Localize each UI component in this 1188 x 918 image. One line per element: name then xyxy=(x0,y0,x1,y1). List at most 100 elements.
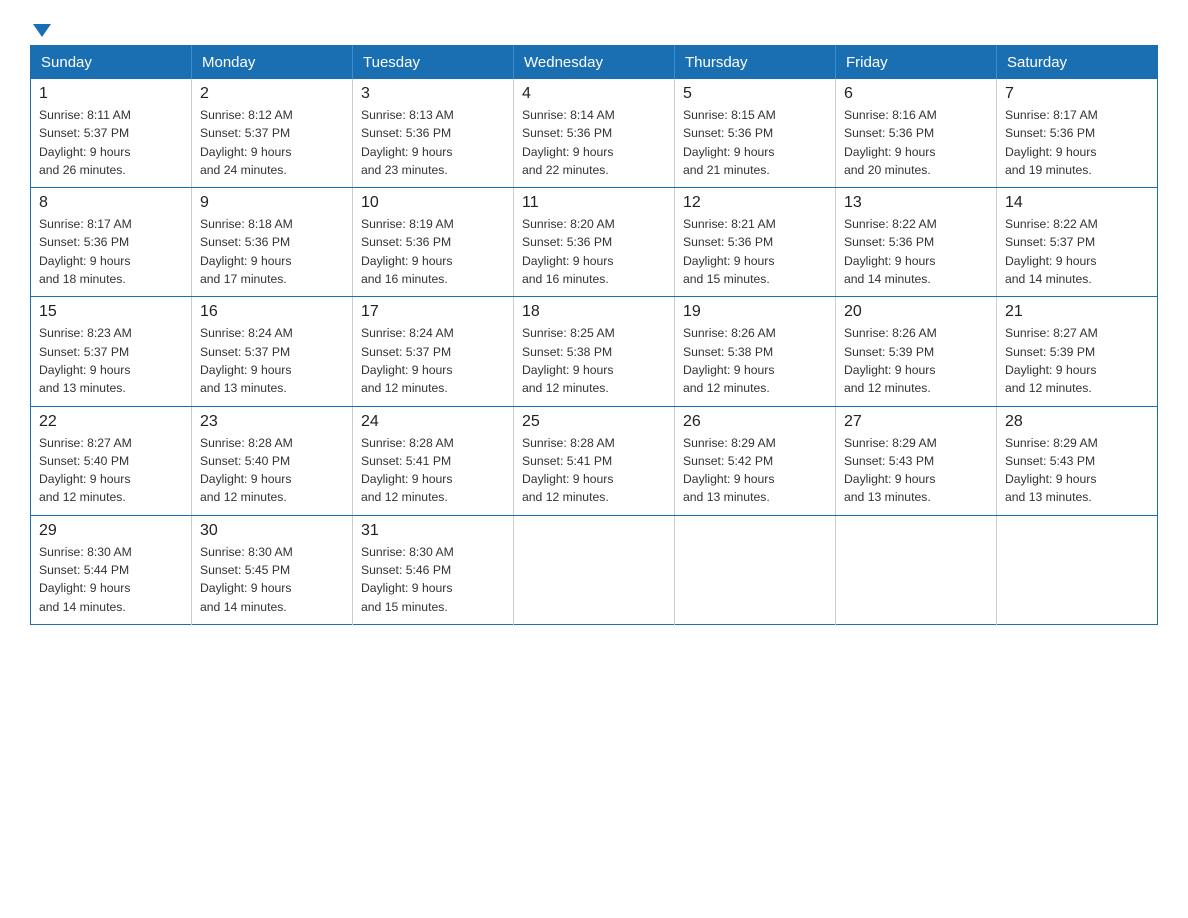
logo xyxy=(30,20,51,29)
day-cell: 29 Sunrise: 8:30 AMSunset: 5:44 PMDaylig… xyxy=(31,515,192,624)
day-info: Sunrise: 8:13 AMSunset: 5:36 PMDaylight:… xyxy=(361,108,454,177)
day-cell: 11 Sunrise: 8:20 AMSunset: 5:36 PMDaylig… xyxy=(514,188,675,297)
day-info: Sunrise: 8:27 AMSunset: 5:40 PMDaylight:… xyxy=(39,436,132,505)
day-info: Sunrise: 8:28 AMSunset: 5:41 PMDaylight:… xyxy=(361,436,454,505)
day-number: 9 xyxy=(200,194,344,212)
day-cell: 26 Sunrise: 8:29 AMSunset: 5:42 PMDaylig… xyxy=(675,406,836,515)
day-cell: 25 Sunrise: 8:28 AMSunset: 5:41 PMDaylig… xyxy=(514,406,675,515)
day-cell: 20 Sunrise: 8:26 AMSunset: 5:39 PMDaylig… xyxy=(836,297,997,406)
day-cell: 13 Sunrise: 8:22 AMSunset: 5:36 PMDaylig… xyxy=(836,188,997,297)
day-cell xyxy=(997,515,1158,624)
day-cell: 9 Sunrise: 8:18 AMSunset: 5:36 PMDayligh… xyxy=(192,188,353,297)
day-number: 31 xyxy=(361,522,505,540)
day-cell: 12 Sunrise: 8:21 AMSunset: 5:36 PMDaylig… xyxy=(675,188,836,297)
day-cell: 6 Sunrise: 8:16 AMSunset: 5:36 PMDayligh… xyxy=(836,79,997,188)
day-info: Sunrise: 8:29 AMSunset: 5:42 PMDaylight:… xyxy=(683,436,776,505)
day-cell: 28 Sunrise: 8:29 AMSunset: 5:43 PMDaylig… xyxy=(997,406,1158,515)
day-number: 20 xyxy=(844,303,988,321)
day-header-tuesday: Tuesday xyxy=(353,46,514,80)
day-info: Sunrise: 8:29 AMSunset: 5:43 PMDaylight:… xyxy=(1005,436,1098,505)
day-number: 12 xyxy=(683,194,827,212)
day-info: Sunrise: 8:28 AMSunset: 5:41 PMDaylight:… xyxy=(522,436,615,505)
day-number: 29 xyxy=(39,522,183,540)
day-cell: 22 Sunrise: 8:27 AMSunset: 5:40 PMDaylig… xyxy=(31,406,192,515)
day-header-thursday: Thursday xyxy=(675,46,836,80)
day-cell: 16 Sunrise: 8:24 AMSunset: 5:37 PMDaylig… xyxy=(192,297,353,406)
day-info: Sunrise: 8:18 AMSunset: 5:36 PMDaylight:… xyxy=(200,217,293,286)
day-info: Sunrise: 8:24 AMSunset: 5:37 PMDaylight:… xyxy=(361,326,454,395)
day-info: Sunrise: 8:22 AMSunset: 5:37 PMDaylight:… xyxy=(1005,217,1098,286)
day-cell: 31 Sunrise: 8:30 AMSunset: 5:46 PMDaylig… xyxy=(353,515,514,624)
day-info: Sunrise: 8:16 AMSunset: 5:36 PMDaylight:… xyxy=(844,108,937,177)
day-cell: 4 Sunrise: 8:14 AMSunset: 5:36 PMDayligh… xyxy=(514,79,675,188)
day-number: 30 xyxy=(200,522,344,540)
day-cell: 1 Sunrise: 8:11 AMSunset: 5:37 PMDayligh… xyxy=(31,79,192,188)
day-info: Sunrise: 8:15 AMSunset: 5:36 PMDaylight:… xyxy=(683,108,776,177)
day-number: 2 xyxy=(200,85,344,103)
day-info: Sunrise: 8:11 AMSunset: 5:37 PMDaylight:… xyxy=(39,108,131,177)
day-number: 7 xyxy=(1005,85,1149,103)
week-row-5: 29 Sunrise: 8:30 AMSunset: 5:44 PMDaylig… xyxy=(31,515,1158,624)
day-number: 26 xyxy=(683,413,827,431)
day-cell: 14 Sunrise: 8:22 AMSunset: 5:37 PMDaylig… xyxy=(997,188,1158,297)
day-cell: 2 Sunrise: 8:12 AMSunset: 5:37 PMDayligh… xyxy=(192,79,353,188)
day-cell: 27 Sunrise: 8:29 AMSunset: 5:43 PMDaylig… xyxy=(836,406,997,515)
day-number: 18 xyxy=(522,303,666,321)
day-cell: 10 Sunrise: 8:19 AMSunset: 5:36 PMDaylig… xyxy=(353,188,514,297)
day-info: Sunrise: 8:24 AMSunset: 5:37 PMDaylight:… xyxy=(200,326,293,395)
day-cell xyxy=(675,515,836,624)
day-info: Sunrise: 8:25 AMSunset: 5:38 PMDaylight:… xyxy=(522,326,615,395)
day-number: 15 xyxy=(39,303,183,321)
day-header-monday: Monday xyxy=(192,46,353,80)
day-info: Sunrise: 8:30 AMSunset: 5:45 PMDaylight:… xyxy=(200,545,293,614)
day-number: 17 xyxy=(361,303,505,321)
day-number: 5 xyxy=(683,85,827,103)
day-cell: 5 Sunrise: 8:15 AMSunset: 5:36 PMDayligh… xyxy=(675,79,836,188)
day-info: Sunrise: 8:30 AMSunset: 5:46 PMDaylight:… xyxy=(361,545,454,614)
day-info: Sunrise: 8:22 AMSunset: 5:36 PMDaylight:… xyxy=(844,217,937,286)
day-cell: 15 Sunrise: 8:23 AMSunset: 5:37 PMDaylig… xyxy=(31,297,192,406)
day-number: 14 xyxy=(1005,194,1149,212)
day-number: 25 xyxy=(522,413,666,431)
day-number: 11 xyxy=(522,194,666,212)
day-cell: 3 Sunrise: 8:13 AMSunset: 5:36 PMDayligh… xyxy=(353,79,514,188)
day-info: Sunrise: 8:30 AMSunset: 5:44 PMDaylight:… xyxy=(39,545,132,614)
day-number: 8 xyxy=(39,194,183,212)
week-row-4: 22 Sunrise: 8:27 AMSunset: 5:40 PMDaylig… xyxy=(31,406,1158,515)
day-header-friday: Friday xyxy=(836,46,997,80)
day-cell: 17 Sunrise: 8:24 AMSunset: 5:37 PMDaylig… xyxy=(353,297,514,406)
day-header-row: SundayMondayTuesdayWednesdayThursdayFrid… xyxy=(31,46,1158,80)
day-number: 23 xyxy=(200,413,344,431)
day-info: Sunrise: 8:23 AMSunset: 5:37 PMDaylight:… xyxy=(39,326,132,395)
day-info: Sunrise: 8:28 AMSunset: 5:40 PMDaylight:… xyxy=(200,436,293,505)
day-header-wednesday: Wednesday xyxy=(514,46,675,80)
calendar-table: SundayMondayTuesdayWednesdayThursdayFrid… xyxy=(30,45,1158,625)
week-row-1: 1 Sunrise: 8:11 AMSunset: 5:37 PMDayligh… xyxy=(31,79,1158,188)
day-number: 21 xyxy=(1005,303,1149,321)
day-number: 1 xyxy=(39,85,183,103)
day-number: 13 xyxy=(844,194,988,212)
week-row-2: 8 Sunrise: 8:17 AMSunset: 5:36 PMDayligh… xyxy=(31,188,1158,297)
day-cell: 18 Sunrise: 8:25 AMSunset: 5:38 PMDaylig… xyxy=(514,297,675,406)
day-cell: 30 Sunrise: 8:30 AMSunset: 5:45 PMDaylig… xyxy=(192,515,353,624)
day-number: 10 xyxy=(361,194,505,212)
day-number: 24 xyxy=(361,413,505,431)
day-info: Sunrise: 8:26 AMSunset: 5:38 PMDaylight:… xyxy=(683,326,776,395)
day-info: Sunrise: 8:29 AMSunset: 5:43 PMDaylight:… xyxy=(844,436,937,505)
day-info: Sunrise: 8:20 AMSunset: 5:36 PMDaylight:… xyxy=(522,217,615,286)
week-row-3: 15 Sunrise: 8:23 AMSunset: 5:37 PMDaylig… xyxy=(31,297,1158,406)
day-number: 19 xyxy=(683,303,827,321)
day-cell: 23 Sunrise: 8:28 AMSunset: 5:40 PMDaylig… xyxy=(192,406,353,515)
day-number: 27 xyxy=(844,413,988,431)
day-header-sunday: Sunday xyxy=(31,46,192,80)
day-cell: 24 Sunrise: 8:28 AMSunset: 5:41 PMDaylig… xyxy=(353,406,514,515)
day-number: 16 xyxy=(200,303,344,321)
day-info: Sunrise: 8:17 AMSunset: 5:36 PMDaylight:… xyxy=(1005,108,1098,177)
day-info: Sunrise: 8:21 AMSunset: 5:36 PMDaylight:… xyxy=(683,217,776,286)
day-number: 6 xyxy=(844,85,988,103)
day-info: Sunrise: 8:14 AMSunset: 5:36 PMDaylight:… xyxy=(522,108,615,177)
day-header-saturday: Saturday xyxy=(997,46,1158,80)
day-cell xyxy=(514,515,675,624)
day-info: Sunrise: 8:17 AMSunset: 5:36 PMDaylight:… xyxy=(39,217,132,286)
day-cell: 8 Sunrise: 8:17 AMSunset: 5:36 PMDayligh… xyxy=(31,188,192,297)
